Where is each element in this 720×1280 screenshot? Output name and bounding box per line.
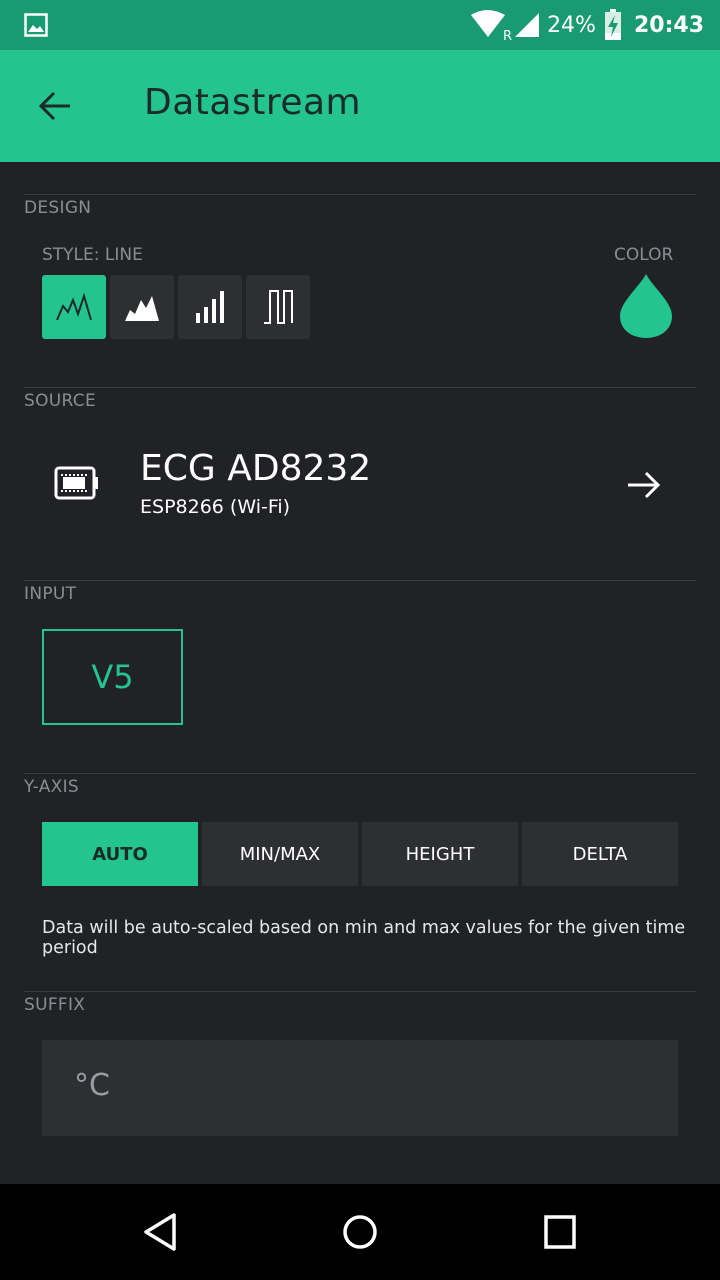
- nav-recents-icon[interactable]: [542, 1212, 578, 1252]
- device-name[interactable]: ECG AD8232: [140, 448, 371, 489]
- nav-back-icon[interactable]: [142, 1212, 178, 1252]
- style-bar-button[interactable]: [178, 275, 242, 339]
- wifi-icon: R: [471, 10, 512, 41]
- y-axis-height-button[interactable]: HEIGHT: [362, 822, 518, 886]
- suffix-value: °C: [74, 1068, 110, 1103]
- pin-value: V5: [91, 658, 134, 696]
- y-axis-delta-button[interactable]: DELTA: [522, 822, 678, 886]
- gallery-icon: [24, 13, 48, 37]
- nav-home-icon[interactable]: [342, 1212, 378, 1252]
- section-label-source: SOURCE: [24, 391, 96, 411]
- svg-text:R: R: [503, 29, 512, 41]
- section-label-y-axis: Y-AXIS: [24, 777, 80, 797]
- style-line-button[interactable]: [42, 275, 106, 339]
- style-binary-button[interactable]: [246, 275, 310, 339]
- bar-chart-icon: [196, 291, 224, 323]
- y-axis-hint: Data will be auto-scaled based on min an…: [42, 918, 686, 958]
- clock: 20:43: [633, 12, 704, 38]
- style-label: STYLE: LINE: [42, 245, 143, 265]
- divider: [24, 580, 696, 581]
- battery-percent: 24%: [547, 12, 596, 38]
- divider: [24, 991, 696, 992]
- device-chip-icon: [54, 466, 98, 500]
- divider: [24, 387, 696, 388]
- pin-selector-button[interactable]: V5: [42, 629, 183, 725]
- signal-icon: [515, 13, 540, 37]
- area-chart-icon: [125, 296, 159, 321]
- color-drop-icon[interactable]: [618, 272, 674, 340]
- battery-charging-icon: [604, 9, 621, 40]
- divider: [24, 773, 696, 774]
- arrow-right-icon[interactable]: [626, 470, 662, 500]
- page-title: Datastream: [144, 82, 362, 123]
- line-chart-icon: [56, 292, 92, 321]
- y-axis-auto-button[interactable]: AUTO: [42, 822, 198, 886]
- y-axis-minmax-button[interactable]: MIN/MAX: [202, 822, 358, 886]
- system-nav-bar: [0, 1184, 720, 1280]
- section-label-design: DESIGN: [24, 198, 92, 218]
- binary-chart-icon: [264, 290, 293, 324]
- section-label-input: INPUT: [24, 584, 77, 604]
- divider: [24, 194, 696, 195]
- style-area-button[interactable]: [110, 275, 174, 339]
- status-bar: R 24% 20:43: [0, 0, 720, 50]
- color-label: COLOR: [614, 245, 674, 265]
- device-connection: ESP8266 (Wi-Fi): [140, 496, 291, 518]
- arrow-left-icon[interactable]: [36, 88, 76, 124]
- section-label-suffix: SUFFIX: [24, 995, 86, 1015]
- suffix-input[interactable]: °C: [42, 1040, 678, 1136]
- app-bar: Datastream: [0, 50, 720, 162]
